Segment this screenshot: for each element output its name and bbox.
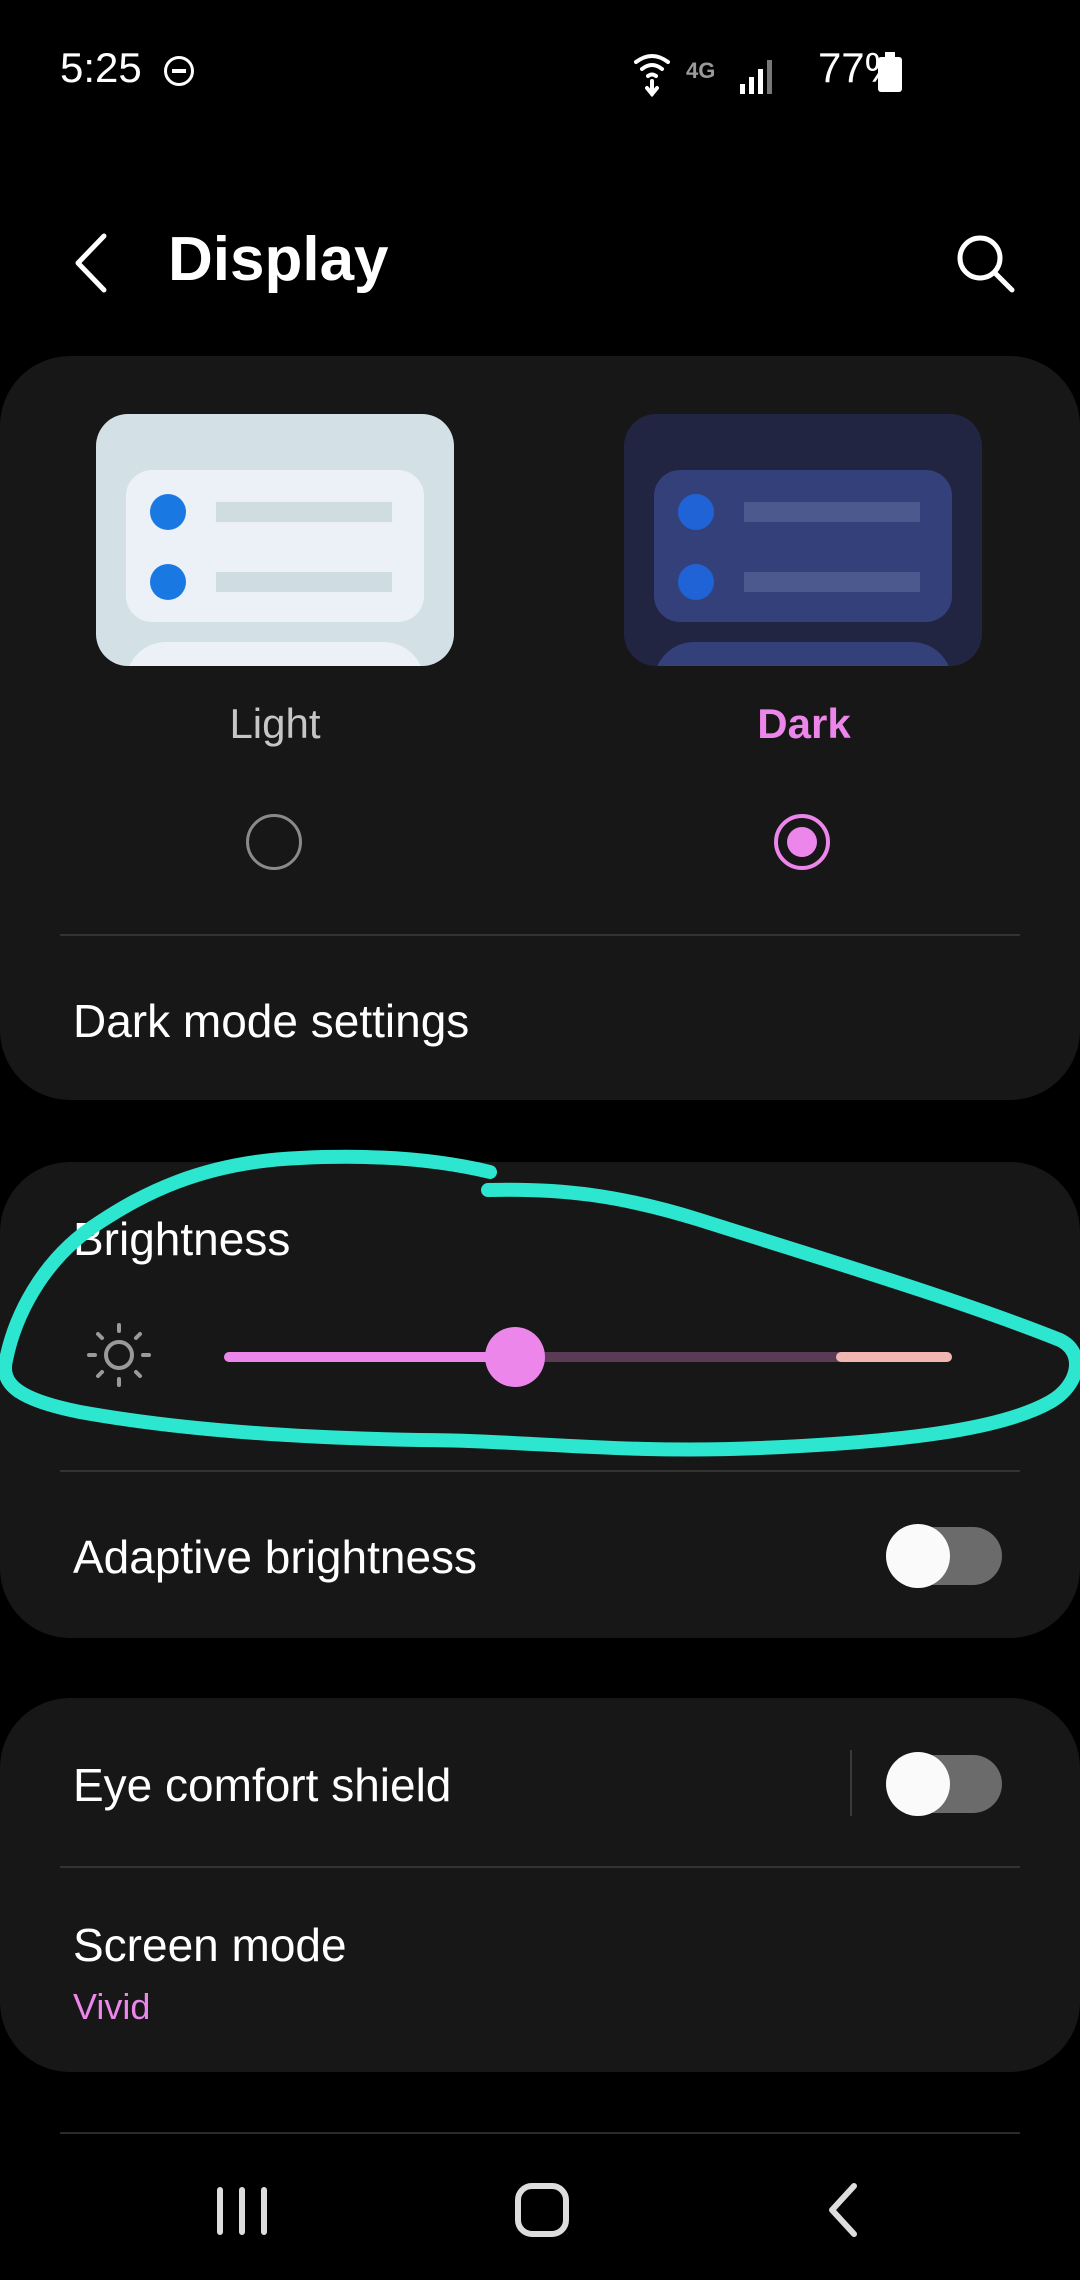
divider [60, 934, 1020, 936]
preview-panel [654, 642, 952, 666]
preview-line [216, 572, 392, 592]
status-time: 5:25 [60, 44, 142, 91]
divider [60, 1866, 1020, 1868]
page-title: Display [168, 225, 389, 294]
preview-line [744, 502, 920, 522]
eye-comfort-shield-item[interactable]: Eye comfort shield [73, 1758, 451, 1812]
back-arrow-icon[interactable] [60, 228, 120, 298]
signal-icon [740, 60, 772, 94]
dark-theme-preview[interactable] [624, 414, 982, 666]
screen-mode-value: Vivid [73, 1986, 151, 2027]
preview-line [744, 572, 920, 592]
preview-dot [150, 494, 186, 530]
network-type-icon: 4G [686, 58, 715, 83]
light-theme-preview[interactable] [96, 414, 454, 666]
back-icon[interactable] [786, 2150, 906, 2270]
preview-dot [678, 494, 714, 530]
wifi-icon [634, 54, 670, 98]
dark-label: Dark [757, 700, 851, 747]
eye-comfort-shield-toggle[interactable] [886, 1752, 1002, 1816]
dark-mode-settings-item[interactable]: Dark mode settings [73, 994, 469, 1048]
battery-icon [878, 52, 902, 92]
divider [60, 2132, 1020, 2134]
preview-panel [126, 470, 424, 622]
search-icon[interactable] [950, 228, 1020, 298]
preview-dot [150, 564, 186, 600]
adaptive-brightness-item[interactable]: Adaptive brightness [73, 1530, 477, 1584]
preview-panel [126, 642, 424, 666]
divider [60, 1470, 1020, 1472]
toggle-knob [886, 1752, 950, 1816]
toggle-knob [886, 1524, 950, 1588]
screen-mode-item[interactable]: Screen mode [73, 1918, 347, 1972]
preview-panel [654, 470, 952, 622]
do-not-disturb-icon [164, 56, 194, 86]
brightness-slider[interactable] [224, 1327, 952, 1387]
slider-fill [224, 1352, 515, 1362]
preview-dot [678, 564, 714, 600]
slider-thumb[interactable] [485, 1327, 545, 1387]
recent-apps-icon[interactable] [182, 2150, 302, 2270]
preview-line [216, 502, 392, 522]
home-icon[interactable] [482, 2150, 602, 2270]
dark-radio[interactable] [774, 814, 830, 870]
adaptive-brightness-toggle[interactable] [886, 1524, 1002, 1588]
brightness-sun-icon [87, 1323, 151, 1387]
slider-extra-brightness-zone [836, 1352, 952, 1362]
vertical-separator [850, 1750, 852, 1816]
brightness-label: Brightness [73, 1213, 291, 1265]
light-radio[interactable] [246, 814, 302, 870]
light-label: Light [229, 700, 321, 747]
